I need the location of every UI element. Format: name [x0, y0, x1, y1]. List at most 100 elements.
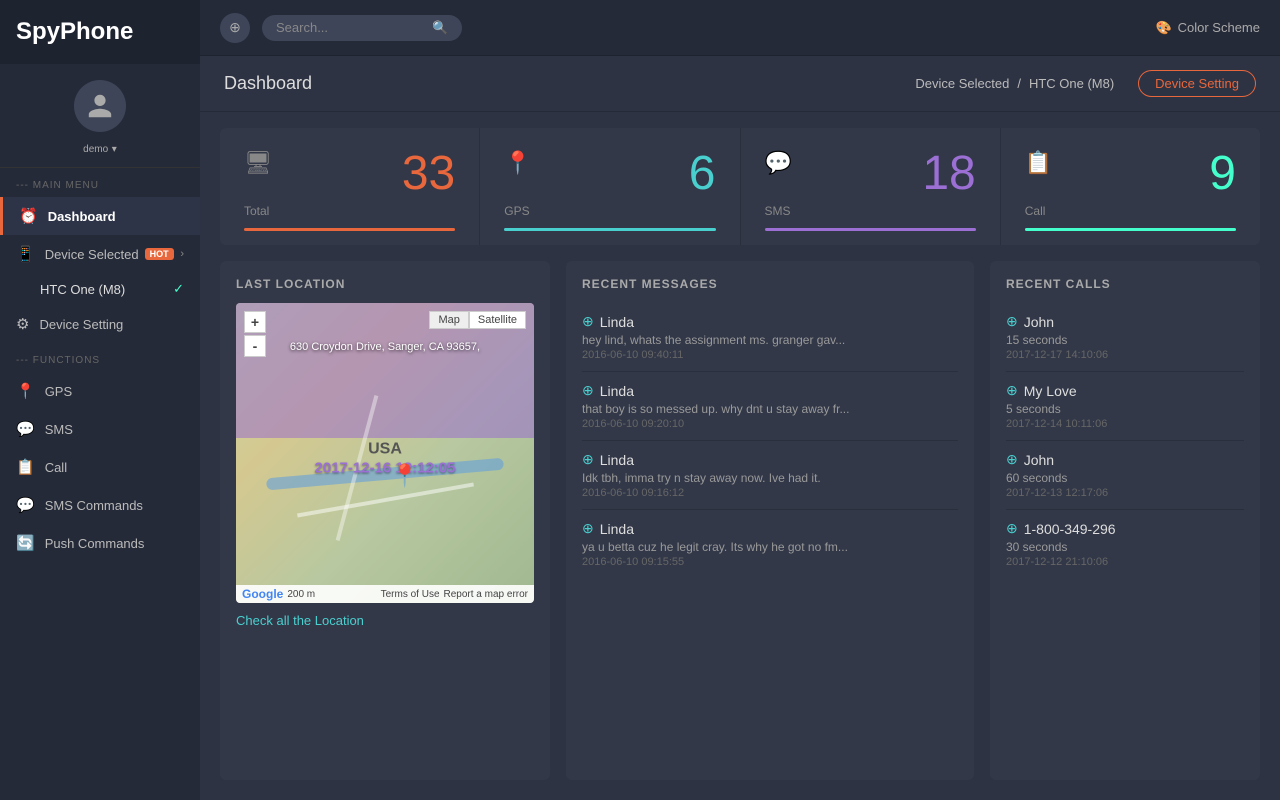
call-time-2: 2017-12-13 12:17:06 — [1006, 487, 1244, 499]
msg-icon-1: ⊕ — [582, 382, 594, 399]
call-name-1: ⊕ My Love — [1006, 382, 1244, 399]
messages-panel: RECENT MESSAGES ⊕ Linda hey lind, whats … — [566, 261, 974, 780]
main-menu-label: --- MAIN MENU — [0, 168, 200, 197]
sms-icon: 💬 — [16, 420, 35, 438]
map-panel-title: LAST LOCATION — [236, 277, 534, 291]
map-type-buttons: Map Satellite — [429, 311, 526, 329]
map-country: USA — [368, 440, 402, 458]
search-icon: 🔍 — [432, 20, 448, 36]
stat-gps-bar — [504, 228, 715, 231]
msg-icon-3: ⊕ — [582, 520, 594, 537]
check-location-link[interactable]: Check all the Location — [236, 613, 534, 628]
sidebar-item-dashboard[interactable]: ⏰ Dashboard — [0, 197, 200, 235]
main-content: ⊕ 🔍 🎨 Color Scheme Dashboard Device Sele… — [200, 0, 1280, 800]
message-item-0: ⊕ Linda hey lind, whats the assignment m… — [582, 303, 958, 372]
msg-name-3: Linda — [600, 521, 634, 537]
app-logo: SpyPhone — [0, 0, 200, 64]
app-name: SpyPhone — [16, 18, 133, 45]
map-datetime: 2017-12-16 12:12:05 — [315, 460, 456, 477]
message-sender-1: ⊕ Linda — [582, 382, 958, 399]
dashboard-icon: ⏰ — [19, 207, 38, 225]
sms-commands-icon: 💬 — [16, 496, 35, 514]
message-sender-2: ⊕ Linda — [582, 451, 958, 468]
color-scheme-label: Color Scheme — [1178, 20, 1260, 35]
message-item-3: ⊕ Linda ya u betta cuz he legit cray. It… — [582, 510, 958, 578]
sidebar-label-push-commands: Push Commands — [45, 536, 145, 551]
map-road-h — [297, 483, 474, 518]
page-title: Dashboard — [224, 73, 312, 94]
call-duration-0: 15 seconds — [1006, 333, 1244, 347]
sidebar-label-call: Call — [45, 460, 67, 475]
stats-row: 🖥 33 Total 📍 6 GPS 💬 18 SMS 📋 — [220, 128, 1260, 245]
gear-icon: ⚙ — [16, 315, 29, 333]
page-header: Dashboard Device Selected / HTC One (M8)… — [200, 56, 1280, 112]
user-label: demo ▾ — [83, 140, 117, 155]
messages-panel-title: RECENT MESSAGES — [582, 277, 958, 291]
breadcrumb-separator: / — [1017, 76, 1021, 91]
map-zoom-in[interactable]: + — [244, 311, 266, 333]
map-tab-map[interactable]: Map — [429, 311, 468, 329]
sidebar-item-device-setting[interactable]: ⚙ Device Setting — [0, 305, 200, 343]
map-address: 630 Croydon Drive, Sanger, CA 93657, — [236, 339, 534, 355]
functions-label: --- FUNCTIONS — [0, 343, 200, 372]
msg-time-2: 2016-06-10 09:16:12 — [582, 487, 958, 499]
topbar: ⊕ 🔍 🎨 Color Scheme — [200, 0, 1280, 56]
push-commands-icon: 🔄 — [16, 534, 35, 552]
stat-sms-value: 18 — [922, 150, 975, 198]
sidebar-item-device-selected[interactable]: 📱 Device Selected HOT › — [0, 235, 200, 273]
msg-time-1: 2016-06-10 09:20:10 — [582, 418, 958, 430]
map-tab-satellite[interactable]: Satellite — [469, 311, 526, 329]
sidebar-item-sms-commands[interactable]: 💬 SMS Commands — [0, 486, 200, 524]
device-selected-icon: 📱 — [16, 245, 35, 263]
call-icon-2: ⊕ — [1006, 451, 1018, 468]
color-wheel-icon: 🎨 — [1155, 20, 1171, 36]
call-name-2: ⊕ John — [1006, 451, 1244, 468]
call-time-1: 2017-12-14 10:11:06 — [1006, 418, 1244, 430]
breadcrumb: Device Selected / HTC One (M8) Device Se… — [915, 70, 1256, 97]
msg-text-1: that boy is so messed up. why dnt u stay… — [582, 402, 958, 416]
username: demo — [83, 144, 108, 155]
search-input[interactable] — [276, 20, 426, 35]
gps-icon: 📍 — [16, 382, 35, 400]
stat-sms-bar — [765, 228, 976, 231]
map-footer: Google 200 m Terms of Use Report a map e… — [236, 585, 534, 603]
avatar — [74, 80, 126, 132]
message-sender-3: ⊕ Linda — [582, 520, 958, 537]
sidebar-label-dashboard: Dashboard — [48, 209, 116, 224]
msg-name-2: Linda — [600, 452, 634, 468]
sidebar-item-call[interactable]: 📋 Call — [0, 448, 200, 486]
back-button[interactable]: ⊕ — [220, 13, 250, 43]
stat-gps-label: GPS — [504, 204, 715, 218]
sidebar-label-gps: GPS — [45, 384, 72, 399]
msg-text-0: hey lind, whats the assignment ms. grang… — [582, 333, 958, 347]
device-setting-button[interactable]: Device Setting — [1138, 70, 1256, 97]
call-duration-3: 30 seconds — [1006, 540, 1244, 554]
content-area: LAST LOCATION + - Map Satellite 630 Croy… — [200, 261, 1280, 800]
call-item-1: ⊕ My Love 5 seconds 2017-12-14 10:11:06 — [1006, 372, 1244, 441]
color-scheme-button[interactable]: 🎨 Color Scheme — [1155, 20, 1260, 36]
sidebar-item-gps[interactable]: 📍 GPS — [0, 372, 200, 410]
map-terms[interactable]: Terms of Use — [381, 589, 440, 600]
sidebar-item-sms[interactable]: 💬 SMS — [0, 410, 200, 448]
call-icon-0: ⊕ — [1006, 313, 1018, 330]
call-label-3: 1-800-349-296 — [1024, 521, 1116, 537]
stat-total-bar — [244, 228, 455, 231]
map-panel: LAST LOCATION + - Map Satellite 630 Croy… — [220, 261, 550, 780]
stat-call-value: 9 — [1209, 150, 1236, 198]
topbar-right: 🎨 Color Scheme — [1155, 20, 1260, 36]
msg-icon-0: ⊕ — [582, 313, 594, 330]
htc-device-label: HTC One (M8) — [40, 282, 125, 297]
monitor-icon: 🖥 — [244, 150, 272, 176]
stat-call-bar — [1025, 228, 1236, 231]
sidebar-subitem-htc[interactable]: HTC One (M8) ✓ — [0, 273, 200, 305]
sidebar-item-push-commands[interactable]: 🔄 Push Commands — [0, 524, 200, 562]
sidebar-label-device-setting: Device Setting — [39, 317, 123, 332]
hot-badge: HOT — [145, 248, 174, 260]
stat-sms: 💬 18 SMS — [741, 128, 1001, 245]
msg-name-1: Linda — [600, 383, 634, 399]
breadcrumb-device: Device Selected — [915, 76, 1009, 91]
msg-name-0: Linda — [600, 314, 634, 330]
stat-sms-label: SMS — [765, 204, 976, 218]
map-report[interactable]: Report a map error — [444, 589, 528, 600]
gps-stat-icon: 📍 — [504, 150, 531, 176]
